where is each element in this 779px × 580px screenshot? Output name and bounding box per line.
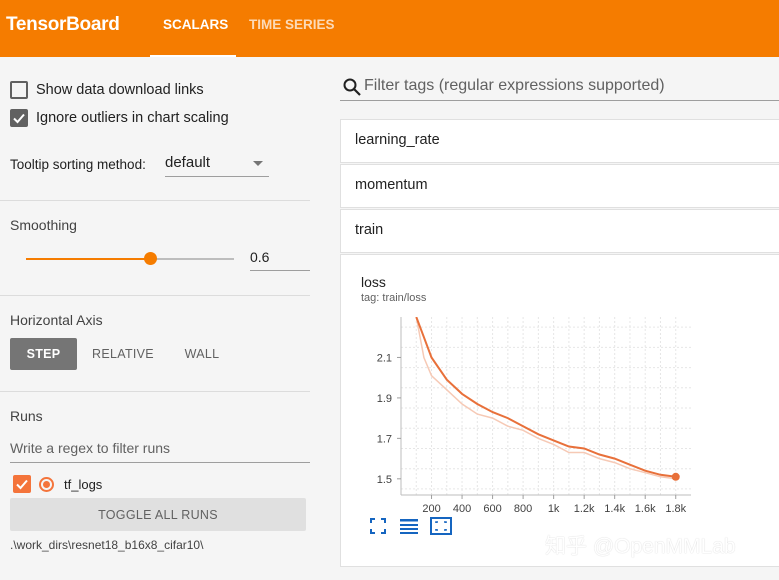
raw-loss-line: [415, 317, 676, 480]
sidebar: Show data download links Ignore outliers…: [0, 57, 310, 580]
runs-label: Runs: [10, 408, 43, 424]
tab-scalars[interactable]: SCALARS: [163, 17, 228, 32]
tab-time-series[interactable]: TIME SERIES: [249, 17, 335, 32]
axis-wall-button[interactable]: WALL: [172, 338, 232, 370]
axis-relative-button[interactable]: RELATIVE: [85, 338, 161, 370]
x-tick-label: 400: [453, 503, 471, 515]
x-tick-label: 1.4k: [604, 503, 625, 515]
tooltip-sorting-value: default: [165, 154, 211, 171]
checkmark-icon: [13, 113, 25, 124]
smoothing-slider-thumb[interactable]: [144, 252, 158, 265]
horizontal-axis-label: Horizontal Axis: [10, 312, 103, 328]
checkmark-icon: [16, 479, 28, 490]
run-path: .\work_dirs\resnet18_b16x8_cifar10\: [10, 538, 204, 552]
run-name: tf_logs: [64, 476, 103, 492]
run-item[interactable]: tf_logs: [13, 475, 102, 493]
y-tick-label: 1.9: [377, 393, 392, 405]
data-table-icon[interactable]: [399, 517, 419, 535]
x-tick-label: 1.6k: [635, 503, 656, 515]
divider: [0, 200, 310, 201]
divider: [0, 295, 310, 296]
smoothing-value-input[interactable]: 0.6: [250, 246, 310, 271]
runs-filter-input[interactable]: Write a regex to filter runs: [10, 437, 310, 463]
dropdown-arrow-icon: [253, 161, 263, 166]
top-app-bar: TensorBoard SCALARS TIME SERIES: [0, 0, 779, 57]
divider: [0, 391, 310, 392]
fit-domain-icon[interactable]: [430, 517, 452, 535]
show-download-links-checkbox[interactable]: [10, 81, 28, 99]
smoothing-label: Smoothing: [10, 217, 77, 233]
smoothing-slider-fill: [26, 258, 151, 260]
toggle-all-runs-button[interactable]: TOGGLE ALL RUNS: [10, 498, 306, 531]
watermark-text: 知乎 @OpenMMLab: [545, 535, 736, 558]
show-download-links-label: Show data download links: [36, 82, 204, 98]
axis-step-button[interactable]: STEP: [10, 338, 77, 370]
tooltip-sorting-select[interactable]: default: [165, 152, 269, 177]
scalar-card: loss tag: train/loss 200 400 600 800 1k 1.2k 1…: [340, 254, 779, 567]
y-tick-label: 1.7: [377, 433, 392, 445]
tooltip-sorting-label: Tooltip sorting method:: [10, 157, 146, 172]
x-tick-label: 1k: [548, 503, 560, 515]
show-download-links-row[interactable]: Show data download links: [10, 81, 204, 99]
app-title: TensorBoard: [6, 14, 120, 35]
run-radio[interactable]: [39, 476, 54, 492]
x-tick-label: 1.8k: [665, 503, 686, 515]
ignore-outliers-label: Ignore outliers in chart scaling: [36, 110, 229, 126]
y-tick-label: 2.1: [377, 352, 392, 364]
run-checkbox[interactable]: [13, 475, 31, 493]
group-momentum[interactable]: momentum: [340, 164, 779, 208]
x-tick-label: 200: [422, 503, 440, 515]
x-tick-label: 600: [483, 503, 501, 515]
smoothing-slider-track[interactable]: [26, 258, 234, 260]
group-learning-rate[interactable]: learning_rate: [340, 119, 779, 163]
main-panel: Filter tags (regular expressions support…: [340, 57, 779, 580]
ignore-outliers-checkbox[interactable]: [10, 109, 28, 127]
tag-filter-placeholder: Filter tags (regular expressions support…: [364, 77, 665, 94]
tag-filter-input[interactable]: Filter tags (regular expressions support…: [340, 73, 779, 101]
ignore-outliers-row[interactable]: Ignore outliers in chart scaling: [10, 109, 229, 127]
x-tick-label: 1.2k: [574, 503, 595, 515]
last-value-point: [671, 472, 680, 481]
search-icon: [343, 78, 361, 96]
y-tick-label: 1.5: [377, 474, 392, 486]
x-tick-label: 800: [514, 503, 532, 515]
radio-dot: [43, 480, 50, 488]
fit-to-screen-icon[interactable]: [369, 517, 387, 535]
group-train[interactable]: train: [340, 209, 779, 253]
